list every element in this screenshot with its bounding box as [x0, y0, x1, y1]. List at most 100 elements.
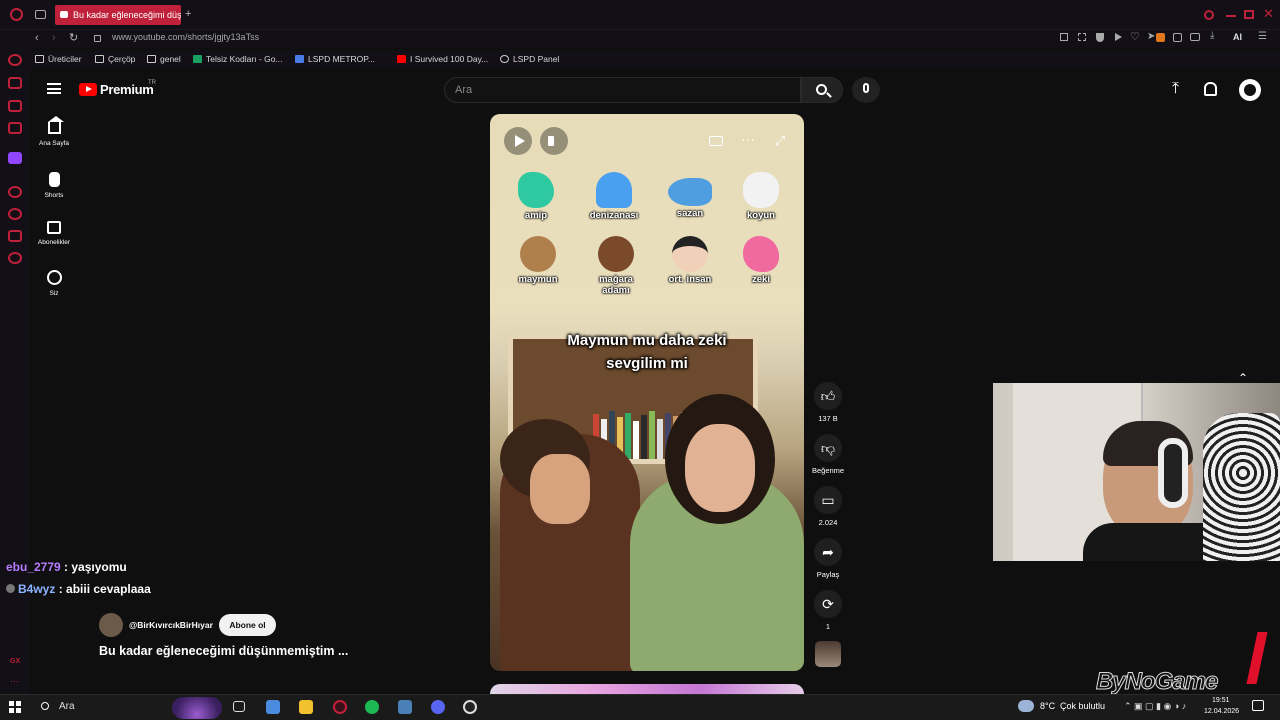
url-field[interactable]: www.youtube.com/shorts/jgjty13aTss	[112, 31, 259, 43]
taskbar-search[interactable]: Ara	[33, 697, 167, 717]
bookmark-genel[interactable]: genel	[147, 54, 181, 64]
more-icon[interactable]: ···	[10, 676, 19, 686]
search-input[interactable]: Ara	[444, 77, 801, 103]
camera-icon[interactable]	[1190, 33, 1200, 41]
menu-icon[interactable]: ☰	[1258, 31, 1267, 42]
tray-icons[interactable]: ⌃ ▣ ▢ ▮ ◉ ◑ ♪	[1124, 701, 1186, 712]
weather-temp[interactable]: 8°C	[1040, 701, 1055, 711]
minimize-icon[interactable]	[1226, 15, 1236, 17]
sidebar-player-icon[interactable]	[8, 186, 22, 198]
weather-icon[interactable]	[1018, 700, 1034, 712]
file-explorer-icon[interactable]	[299, 700, 313, 714]
bookmark-i-survived[interactable]: I Survived 100 Day...	[397, 54, 488, 64]
sound-thumbnail[interactable]	[815, 641, 841, 667]
captions-button[interactable]	[702, 127, 730, 155]
close-icon[interactable]: ✕	[1263, 7, 1274, 21]
sidebar-settings-icon[interactable]	[8, 252, 22, 264]
channel-avatar[interactable]	[99, 613, 123, 637]
youtube-tab-icon	[60, 11, 68, 18]
bookmark-lspd-panel[interactable]: LSPD Panel	[500, 54, 559, 64]
sidebar-instagram-icon[interactable]	[8, 122, 22, 134]
reload-icon[interactable]: ↻	[69, 32, 78, 44]
weather-text[interactable]: Çok bulutlu	[1060, 701, 1105, 711]
taskbar-widget-icon[interactable]	[172, 697, 222, 719]
download-icon[interactable]: ⤓	[1210, 30, 1214, 41]
play-icon[interactable]	[1115, 33, 1122, 41]
active-tab[interactable]: Bu kadar eğleneceğimi düş	[55, 5, 181, 25]
dislike-button[interactable]: 👎︎ Beğenme	[812, 434, 844, 475]
emoji-sazan: sazan	[662, 172, 718, 219]
play-button[interactable]	[504, 127, 532, 155]
sidebar-bag-icon[interactable]	[8, 77, 22, 89]
ai-button[interactable]: AI	[1233, 32, 1242, 42]
back-icon[interactable]: ‹	[35, 32, 39, 44]
like-button[interactable]: 👍︎ 137 B	[812, 382, 844, 423]
account-avatar[interactable]	[1239, 79, 1261, 101]
app-icon[interactable]	[398, 700, 412, 714]
send-icon[interactable]: ➤	[1147, 31, 1155, 42]
opera-gx-icon[interactable]	[333, 700, 347, 714]
nav-home[interactable]: Ana Sayfa	[30, 116, 78, 147]
fullscreen-button[interactable]: ⤢	[766, 127, 794, 155]
maximize-icon[interactable]	[1244, 10, 1254, 19]
notification-center-icon[interactable]	[1252, 700, 1264, 711]
heart-icon[interactable]: ♡	[1130, 30, 1140, 43]
obs-icon[interactable]	[463, 700, 477, 714]
start-button[interactable]	[9, 701, 21, 713]
gx-label[interactable]: GX	[10, 658, 20, 665]
search-button[interactable]	[801, 77, 843, 103]
share-button[interactable]: ➦ Paylaş	[812, 538, 844, 579]
taskbar-search-placeholder: Ara	[59, 701, 75, 712]
nav-subscriptions[interactable]: Abonelikler	[30, 221, 78, 246]
chat-message: B4wyz : abiii cevaplaaa	[6, 582, 151, 596]
upload-icon[interactable]: ⤒	[1172, 80, 1179, 98]
voice-search-button[interactable]	[852, 77, 880, 103]
spotify-icon[interactable]	[365, 700, 379, 714]
more-options-button[interactable]: ···	[734, 127, 762, 155]
shorts-video-player[interactable]: ··· ⤢ amip denizanası sazan koyun maymun…	[490, 114, 804, 671]
sidebar-pinboard-icon[interactable]	[8, 230, 22, 242]
crop-icon[interactable]	[1078, 33, 1086, 41]
forward-icon[interactable]: ›	[52, 32, 56, 44]
search-tabs-icon[interactable]	[1204, 10, 1214, 20]
extensions-icon[interactable]	[1173, 33, 1182, 42]
fullscreen-icon: ⤢	[774, 133, 786, 148]
shield-icon[interactable]	[1096, 33, 1104, 42]
sidebar-history-icon[interactable]	[8, 208, 22, 220]
sidebar-home-icon[interactable]	[8, 54, 22, 66]
metamask-icon[interactable]	[1156, 33, 1165, 42]
remix-button[interactable]: ⟳ 1	[812, 590, 844, 631]
emoji-label: denizanası	[589, 210, 639, 221]
scroll-up-icon[interactable]: ⌃	[1238, 371, 1248, 385]
tab-switcher-icon[interactable]	[35, 10, 46, 19]
bookmark-label: I Survived 100 Day...	[410, 54, 489, 64]
sidebar-messenger-icon[interactable]	[8, 100, 22, 112]
sidebar-twitch-icon[interactable]	[8, 152, 22, 164]
clock-time[interactable]: 19:51	[1212, 697, 1230, 704]
discord-icon[interactable]	[431, 700, 445, 714]
volume-button[interactable]	[540, 127, 568, 155]
clock-date[interactable]: 12.04.2026	[1204, 708, 1239, 715]
bookmark-telsiz[interactable]: Telsiz Kodları - Go...	[193, 54, 283, 64]
snapshot-icon[interactable]	[1060, 33, 1068, 41]
video-title[interactable]: Bu kadar eğleneceğimi düşünmemiştim ...	[99, 644, 348, 658]
chat-separator: :	[55, 582, 67, 596]
bookmark-cercop[interactable]: Çerçöp	[95, 54, 135, 64]
comments-button[interactable]: ▭ 2.024	[812, 486, 844, 527]
hamburger-menu-icon[interactable]	[47, 83, 61, 94]
store-icon[interactable]	[266, 700, 280, 714]
new-tab-button[interactable]: +	[185, 8, 191, 20]
opera-logo-icon[interactable]	[10, 8, 23, 21]
youtube-logo-icon[interactable]	[79, 83, 97, 96]
man-face	[530, 454, 590, 524]
bookmark-ureticiler[interactable]: Üreticiler	[35, 54, 82, 64]
logo-text[interactable]: Premium	[100, 82, 154, 97]
bookmark-lspd-metro[interactable]: LSPD METROP...	[295, 54, 375, 64]
task-view-icon[interactable]	[233, 701, 245, 712]
channel-handle[interactable]: @BirKıvırcıkBirHıyar	[129, 614, 213, 636]
nav-you[interactable]: Siz	[30, 270, 78, 297]
nav-shorts[interactable]: Shorts	[30, 172, 78, 199]
notifications-icon[interactable]	[1204, 82, 1217, 96]
subscribe-button[interactable]: Abone ol	[219, 614, 276, 636]
remix-icon: ⟳	[814, 590, 842, 618]
